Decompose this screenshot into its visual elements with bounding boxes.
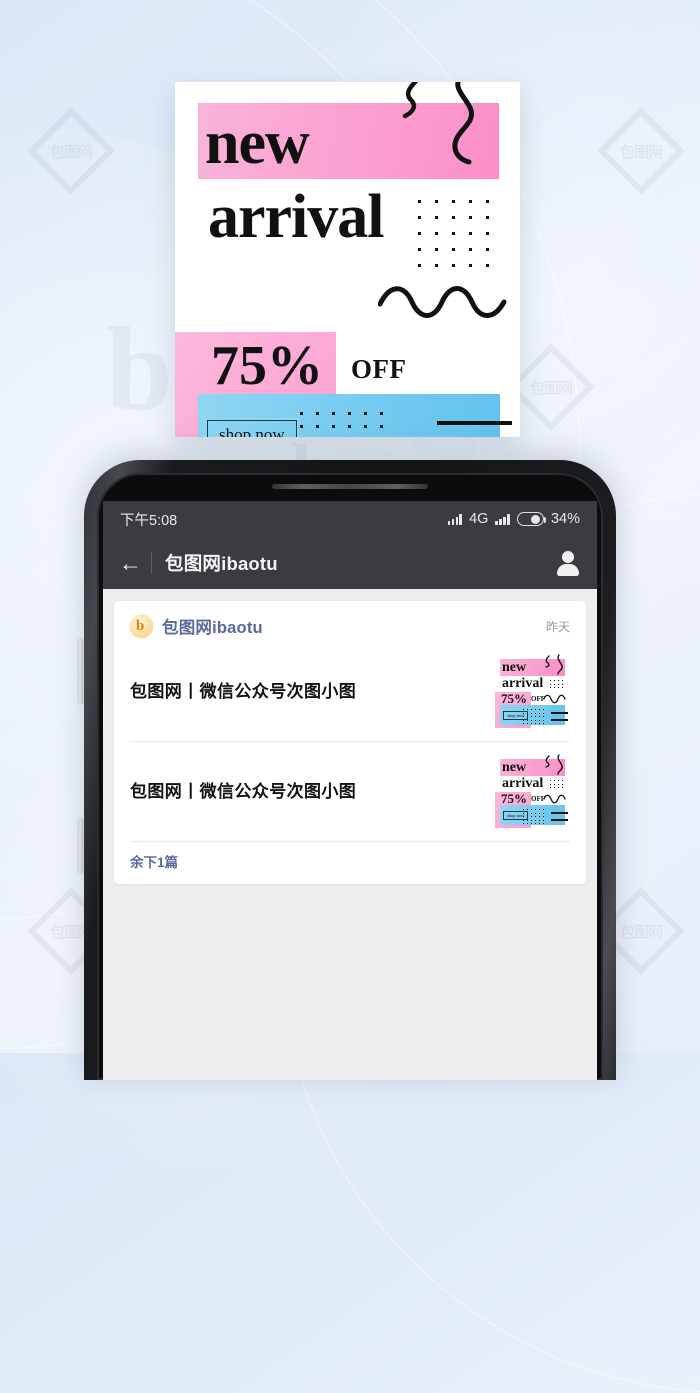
thumb-discount: 75% <box>501 691 527 706</box>
article-thumbnail[interactable]: new arrival 75% OFF shop now <box>495 754 570 829</box>
phone-screen: 下午5:08 4G 34% ← 包图网ibaotu b 包图网ibaotu 昨天… <box>103 501 597 1080</box>
status-bar-indicators: 4G 34% <box>447 511 580 527</box>
article-thumbnail[interactable]: new arrival 75% OFF shop now <box>495 654 570 729</box>
squiggle-decoration-icon <box>402 82 475 165</box>
thumb-heading-line2: arrival <box>502 676 544 691</box>
status-bar: 下午5:08 4G 34% <box>103 501 597 537</box>
thumb-discount: 75% <box>501 791 527 806</box>
poster-shop-now-button[interactable]: shop now <box>207 420 297 437</box>
thumb-wave-icon <box>543 694 566 704</box>
promo-poster: new arrival 75% OFF shop now <box>175 82 520 437</box>
phone-bezel: 下午5:08 4G 34% ← 包图网ibaotu b 包图网ibaotu 昨天… <box>97 473 603 1080</box>
avatar-body-shape <box>557 564 579 576</box>
phone-device-frame: 下午5:08 4G 34% ← 包图网ibaotu b 包图网ibaotu 昨天… <box>84 460 616 1080</box>
battery-percent-label: 34% <box>550 511 580 527</box>
account-name: 包图网ibaotu <box>162 619 263 637</box>
signal-bars-icon-1 <box>447 513 463 525</box>
phone-speaker-grille-icon <box>272 484 428 489</box>
watermark-box-text-2: 包图网 <box>529 379 572 397</box>
article-title: 包图网丨微信公众号次图小图 <box>130 681 357 701</box>
message-timestamp: 昨天 <box>545 619 570 634</box>
account-logo-icon: b <box>130 614 153 638</box>
avatar-head-shape <box>562 551 574 563</box>
battery-icon <box>516 512 547 526</box>
page-title: 包图网ibaotu <box>165 553 278 574</box>
poster-line-1 <box>437 421 512 425</box>
status-bar-time: 下午5:08 <box>120 512 178 529</box>
poster-cta-wrapper[interactable]: shop now <box>207 420 297 437</box>
thumb-heading-line1: new <box>502 660 527 675</box>
user-avatar-icon[interactable] <box>555 550 581 576</box>
signal-bars-icon-2 <box>495 513 510 525</box>
watermark-logo-b: b <box>106 302 173 435</box>
thumb-heading-line1: new <box>502 760 527 775</box>
wave-decoration-icon <box>378 286 507 318</box>
chat-message-list: b 包图网ibaotu 昨天 包图网丨微信公众号次图小图 new arrival <box>103 589 597 1080</box>
thumb-heading-line2: arrival <box>502 776 544 791</box>
thumb-wave-icon <box>543 794 566 804</box>
article-message-card[interactable]: b 包图网ibaotu 昨天 包图网丨微信公众号次图小图 new arrival <box>114 601 586 884</box>
phone-volume-button[interactable] <box>78 638 83 704</box>
thumb-line-1 <box>551 812 568 814</box>
watermark-box-text-5: 包图网 <box>49 143 92 161</box>
thumb-squiggle-icon <box>545 654 563 675</box>
phone-power-button[interactable] <box>78 818 83 874</box>
article-title: 包图网丨微信公众号次图小图 <box>130 781 357 801</box>
watermark-box-text-6: 包图网 <box>619 143 662 161</box>
poster-discount-suffix: OFF <box>351 354 407 384</box>
card-header: b 包图网ibaotu 昨天 <box>114 601 586 642</box>
poster-heading-line2: arrival <box>208 183 384 251</box>
app-navigation-bar: ← 包图网ibaotu <box>103 537 597 589</box>
network-type-label: 4G <box>469 511 489 527</box>
article-row[interactable]: 包图网丨微信公众号次图小图 new arrival 75% OFF shop n… <box>114 642 586 741</box>
poster-discount: 75% <box>211 335 323 397</box>
thumb-line-1 <box>551 712 568 714</box>
thumb-shop-now-button: shop now <box>503 711 529 720</box>
watermark-box-2: 包图网 <box>507 343 595 431</box>
navbar-divider <box>151 552 152 574</box>
thumb-shop-now-button: shop now <box>503 811 529 820</box>
thumb-squiggle-icon <box>545 754 563 775</box>
poster-heading-line1: new <box>205 109 310 177</box>
more-articles-link[interactable]: 余下1篇 <box>114 842 586 875</box>
thumb-line-2 <box>551 819 568 821</box>
watermark-box-5: 包图网 <box>27 107 115 195</box>
back-arrow-icon[interactable]: ← <box>119 551 149 575</box>
watermark-box-6: 包图网 <box>597 107 685 195</box>
thumb-line-2 <box>551 719 568 721</box>
watermark-box-text-8: 包图网 <box>619 923 662 941</box>
article-row[interactable]: 包图网丨微信公众号次图小图 new arrival 75% OFF shop n… <box>114 742 586 841</box>
